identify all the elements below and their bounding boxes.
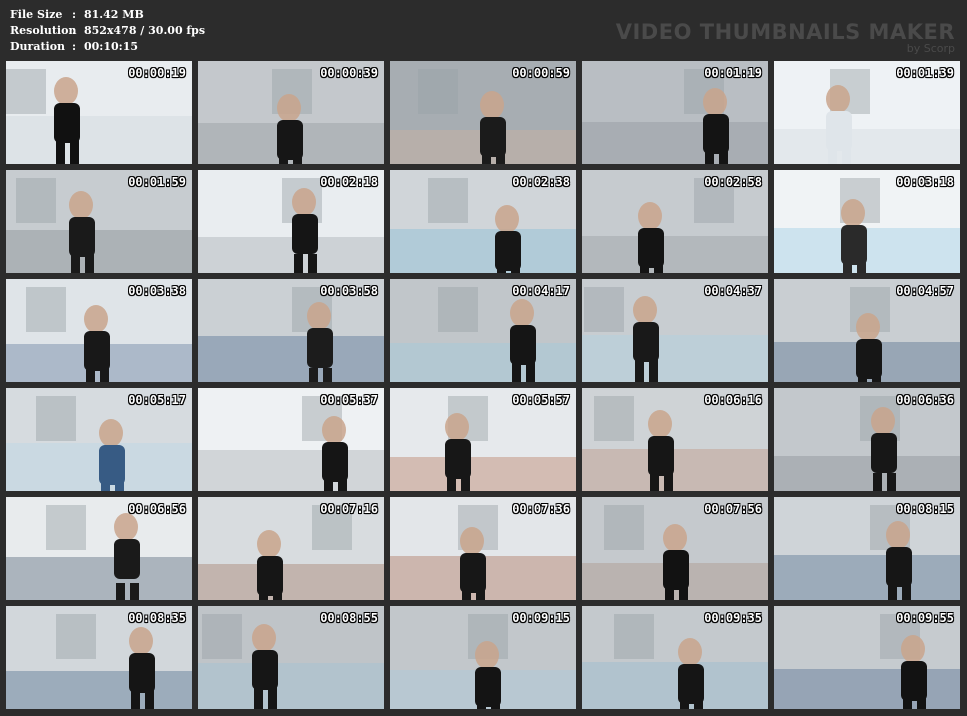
thumbnail-frame[interactable]: 00:05:57 [390,388,576,491]
info-header: File Size : 81.42 MB Resolution : 852x47… [0,0,967,60]
timestamp-label: 00:05:37 [320,393,378,407]
timestamp-label: 00:03:38 [128,284,186,298]
thumbnail-frame[interactable]: 00:07:56 [582,497,768,600]
file-size-row: File Size : 81.42 MB [10,7,205,23]
duration-value: 00:10:15 [84,40,139,53]
watermark-logo: VIDEO THUMBNAILS MAKER by Scorp [616,20,955,55]
thumbnail-frame[interactable]: 00:02:18 [198,170,384,273]
thumbnail-frame[interactable]: 00:07:16 [198,497,384,600]
timestamp-label: 00:05:17 [128,393,186,407]
timestamp-label: 00:06:56 [128,502,186,516]
thumbnail-frame[interactable]: 00:01:39 [774,61,960,164]
thumbnail-frame[interactable]: 00:04:37 [582,279,768,382]
thumbnail-frame[interactable]: 00:02:38 [390,170,576,273]
thumbnail-frame[interactable]: 00:01:19 [582,61,768,164]
resolution-row: Resolution : 852x478 / 30.00 fps [10,23,205,39]
thumbnail-frame[interactable]: 00:04:17 [390,279,576,382]
timestamp-label: 00:09:35 [704,611,762,625]
timestamp-label: 00:08:15 [896,502,954,516]
timestamp-label: 00:00:39 [320,66,378,80]
timestamp-label: 00:00:19 [128,66,186,80]
thumbnail-frame[interactable]: 00:06:36 [774,388,960,491]
timestamp-label: 00:07:36 [512,502,570,516]
timestamp-label: 00:02:38 [512,175,570,189]
timestamp-label: 00:02:58 [704,175,762,189]
thumbnail-frame[interactable]: 00:00:59 [390,61,576,164]
thumbnail-grid: 00:00:19 00:00:39 00:00:59 00:01:19 00:01:39… [6,61,960,709]
timestamp-label: 00:08:35 [128,611,186,625]
timestamp-label: 00:09:55 [896,611,954,625]
thumbnail-frame[interactable]: 00:08:15 [774,497,960,600]
timestamp-label: 00:04:37 [704,284,762,298]
timestamp-label: 00:04:17 [512,284,570,298]
thumbnail-frame[interactable]: 00:03:18 [774,170,960,273]
timestamp-label: 00:07:16 [320,502,378,516]
thumbnail-frame[interactable]: 00:03:58 [198,279,384,382]
timestamp-label: 00:05:57 [512,393,570,407]
timestamp-label: 00:08:55 [320,611,378,625]
thumbnail-frame[interactable]: 00:00:19 [6,61,192,164]
thumbnail-frame[interactable]: 00:09:55 [774,606,960,709]
thumbnail-frame[interactable]: 00:06:56 [6,497,192,600]
timestamp-label: 00:01:19 [704,66,762,80]
file-size-value: 81.42 MB [84,8,144,21]
thumbnail-frame[interactable]: 00:08:35 [6,606,192,709]
thumbnail-frame[interactable]: 00:04:57 [774,279,960,382]
thumbnail-frame[interactable]: 00:03:38 [6,279,192,382]
thumbnail-frame[interactable]: 00:05:37 [198,388,384,491]
timestamp-label: 00:07:56 [704,502,762,516]
separator: : [72,40,77,53]
duration-label: Duration [10,40,66,53]
thumbnail-frame[interactable]: 00:09:15 [390,606,576,709]
thumbnail-frame[interactable]: 00:07:36 [390,497,576,600]
timestamp-label: 00:04:57 [896,284,954,298]
timestamp-label: 00:03:58 [320,284,378,298]
thumbnail-frame[interactable]: 00:05:17 [6,388,192,491]
thumbnail-frame[interactable]: 00:06:16 [582,388,768,491]
thumbnail-frame[interactable]: 00:08:55 [198,606,384,709]
thumbnail-frame[interactable]: 00:01:59 [6,170,192,273]
timestamp-label: 00:06:16 [704,393,762,407]
duration-row: Duration : 00:10:15 [10,39,205,55]
resolution-label: Resolution [10,24,77,37]
timestamp-label: 00:09:15 [512,611,570,625]
thumbnail-frame[interactable]: 00:02:58 [582,170,768,273]
resolution-value: 852x478 / 30.00 fps [84,24,206,37]
timestamp-label: 00:02:18 [320,175,378,189]
thumbnail-frame[interactable]: 00:00:39 [198,61,384,164]
separator: : [72,8,77,21]
watermark-title: VIDEO THUMBNAILS MAKER [615,20,955,44]
file-size-label: File Size [10,8,63,21]
watermark-subtitle: by Scorp [906,42,955,55]
timestamp-label: 00:03:18 [896,175,954,189]
timestamp-label: 00:01:59 [128,175,186,189]
timestamp-label: 00:06:36 [896,393,954,407]
timestamp-label: 00:01:39 [896,66,954,80]
timestamp-label: 00:00:59 [512,66,570,80]
thumbnail-frame[interactable]: 00:09:35 [582,606,768,709]
file-metadata: File Size : 81.42 MB Resolution : 852x47… [10,7,205,55]
separator: : [72,24,77,37]
